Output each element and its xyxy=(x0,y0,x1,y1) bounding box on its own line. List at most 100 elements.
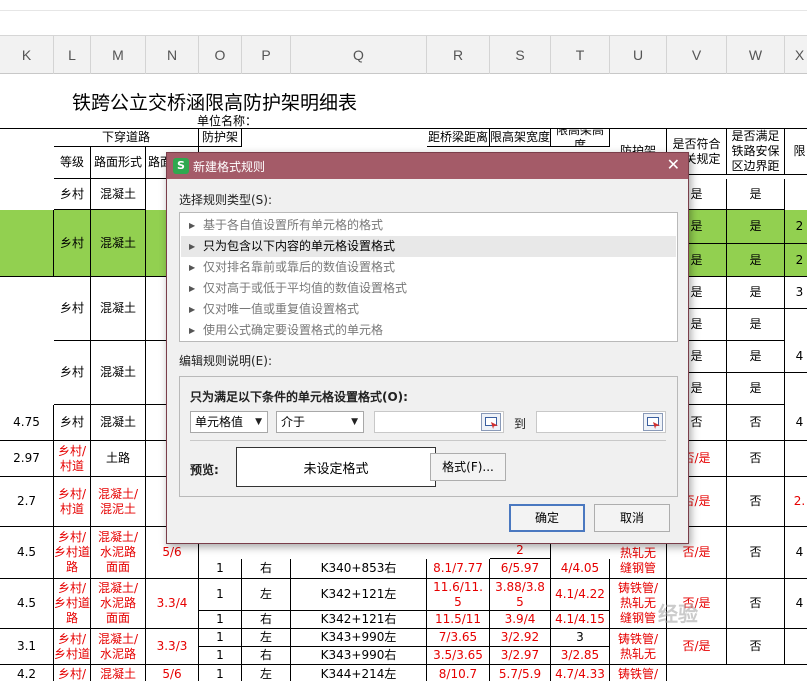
cell-road-width[interactable]: 3.3/3 xyxy=(146,629,199,665)
cell-boundary[interactable]: 否 xyxy=(727,441,785,477)
cell-guardtype[interactable]: 铸铁管/ 热轧无 xyxy=(610,629,667,665)
cell-mileage[interactable]: K343+990右 xyxy=(291,647,427,665)
cell-width[interactable]: 3.88/3.8 5 xyxy=(490,579,551,611)
cell-k[interactable]: 4.5 xyxy=(0,579,54,629)
ok-button[interactable]: 确定 xyxy=(509,504,585,532)
cell-x[interactable]: 4 xyxy=(785,341,807,373)
column-header[interactable]: L xyxy=(54,36,91,74)
cell-width[interactable]: 3/2.97 xyxy=(490,647,551,665)
cell-grade[interactable]: 乡村/ 乡村道 xyxy=(54,629,91,665)
cell-surface[interactable]: 混凝土/ 水泥路 面面 xyxy=(91,527,146,579)
cell-grade[interactable]: 乡村/ 村道 xyxy=(54,477,91,527)
rule-type-item[interactable]: ▶ 仅对排名靠前或靠后的数值设置格式 xyxy=(181,257,676,278)
cell-dist[interactable]: 11.6/11. 5 xyxy=(427,579,490,611)
column-header[interactable]: K xyxy=(0,36,54,74)
cell-width[interactable]: 3/2.92 xyxy=(490,629,551,647)
column-header[interactable]: T xyxy=(551,36,610,74)
cell-surface[interactable]: 混凝土 xyxy=(91,665,146,681)
cell-dist[interactable]: 11.5/11 xyxy=(427,611,490,629)
cell-height[interactable]: 3 xyxy=(551,629,610,647)
cell-height[interactable]: 3/2.85 xyxy=(551,647,610,665)
cell-surface[interactable]: 混凝土 xyxy=(91,277,146,341)
column-header[interactable]: S xyxy=(490,36,551,74)
cell-mileage[interactable]: K342+121左 xyxy=(291,579,427,611)
cell-surface[interactable]: 混凝土 xyxy=(91,179,146,210)
cell-grade[interactable]: 乡村 xyxy=(54,277,91,341)
cell-boundary[interactable]: 是 xyxy=(727,277,785,309)
cell-dist[interactable]: 7/3.65 xyxy=(427,629,490,647)
cell-x[interactable]: 2. xyxy=(785,477,807,527)
operator-dropdown[interactable]: 介于 ▼ xyxy=(276,411,364,433)
cell-k[interactable]: 3.1 xyxy=(0,629,54,665)
range-picker-icon[interactable] xyxy=(481,413,501,431)
cell-boundary[interactable]: 否 xyxy=(727,629,785,665)
cell-guardtype[interactable]: 热轧无 缝钢管 xyxy=(610,543,667,579)
cell-road-width[interactable]: 5/6 xyxy=(146,665,199,681)
cell-k[interactable]: 4.75 xyxy=(0,405,54,441)
cell-side[interactable]: 右 xyxy=(242,559,291,579)
cell-guard-count[interactable]: 1 xyxy=(199,579,242,611)
rule-type-item[interactable]: ▶ 仅对高于或低于平均值的数值设置格式 xyxy=(181,278,676,299)
cell-side[interactable]: 右 xyxy=(242,647,291,665)
cell-guard-count[interactable]: 1 xyxy=(199,611,242,629)
cell-k[interactable]: 4.5 xyxy=(0,527,54,579)
cell-x[interactable] xyxy=(785,441,807,477)
cancel-button[interactable]: 取消 xyxy=(594,504,670,532)
cell-x[interactable]: 4 xyxy=(785,405,807,441)
rule-type-item[interactable]: ▶ 使用公式确定要设置格式的单元格 xyxy=(181,320,676,341)
dialog-title-bar[interactable]: S 新建格式规则 ✕ xyxy=(167,153,688,179)
cell-k[interactable]: 2.7 xyxy=(0,477,54,527)
cell-guardtype[interactable]: 铸铁管/ xyxy=(610,665,667,681)
cell-boundary[interactable]: 否 xyxy=(727,405,785,441)
close-icon[interactable]: ✕ xyxy=(667,155,680,174)
cell-k[interactable]: 4.2 xyxy=(0,665,54,681)
rule-type-item[interactable]: ▶ 仅对唯一值或重复值设置格式 xyxy=(181,299,676,320)
cell-surface[interactable]: 混凝土/ 混泥土 xyxy=(91,477,146,527)
cell-height[interactable]: 4.1/4.22 xyxy=(551,579,610,611)
cell-boundary[interactable]: 是 xyxy=(727,373,785,405)
cell-guard-count[interactable]: 1 xyxy=(199,647,242,665)
cell-surface[interactable]: 混凝土 xyxy=(91,405,146,441)
rule-type-item-selected[interactable]: ▶ 只为包含以下内容的单元格设置格式 xyxy=(181,236,676,257)
cell-surface[interactable]: 土路 xyxy=(91,441,146,477)
cell-boundary[interactable]: 否 xyxy=(727,527,785,579)
cell-width[interactable]: 6/5.97 xyxy=(490,559,551,579)
cell-width[interactable]: 5.7/5.9 xyxy=(490,665,551,681)
cell-dist[interactable]: 8.1/7.77 xyxy=(427,559,490,579)
column-header[interactable]: M xyxy=(91,36,146,74)
cell-x[interactable]: 4 xyxy=(785,527,807,579)
cell-grade[interactable]: 乡村 xyxy=(54,210,91,277)
cell-mileage[interactable]: K340+853右 xyxy=(291,559,427,579)
cell-comply[interactable]: 否/是 xyxy=(667,629,727,665)
cell-boundary[interactable]: 否 xyxy=(727,477,785,527)
format-button[interactable]: 格式(F)... xyxy=(430,453,506,481)
column-header[interactable]: N xyxy=(146,36,199,74)
cell-guard-count[interactable]: 1 xyxy=(199,629,242,647)
column-header[interactable]: V xyxy=(667,36,727,74)
cell-width[interactable]: 3.9/4 xyxy=(490,611,551,629)
rule-type-item[interactable]: ▶ 基于各自值设置所有单元格的格式 xyxy=(181,215,676,236)
cell-boundary[interactable]: 是 xyxy=(727,309,785,341)
column-header[interactable]: U xyxy=(610,36,667,74)
column-header[interactable]: X xyxy=(785,36,807,74)
cell-road-width[interactable]: 3.3/4 xyxy=(146,579,199,629)
cell-height[interactable]: 4.7/4.33 xyxy=(551,665,610,681)
cell-height[interactable]: 4.1/4.15 xyxy=(551,611,610,629)
cell-boundary[interactable]: 是 xyxy=(727,341,785,373)
cell-value-dropdown[interactable]: 单元格值 ▼ xyxy=(190,411,268,433)
cell-boundary[interactable]: 是 xyxy=(727,210,785,244)
cell-boundary[interactable]: 是 xyxy=(727,244,785,277)
formula-bar[interactable] xyxy=(0,0,807,36)
cell-height[interactable]: 4/4.05 xyxy=(551,559,610,579)
cell-surface[interactable]: 混凝土/ 水泥路 面面 xyxy=(91,579,146,629)
cell-grade[interactable]: 乡村/ 乡村道 路 xyxy=(54,579,91,629)
cell-surface[interactable]: 混凝土 xyxy=(91,210,146,277)
cell-x[interactable]: 2 xyxy=(785,210,807,244)
cell-x[interactable]: 2 xyxy=(785,244,807,277)
cell-x[interactable] xyxy=(785,629,807,665)
column-header[interactable]: O xyxy=(199,36,242,74)
cell-surface[interactable]: 混凝土 xyxy=(91,341,146,405)
cell-grade[interactable]: 乡村 xyxy=(54,179,91,210)
cell-side[interactable]: 左 xyxy=(242,579,291,611)
range-picker-icon[interactable] xyxy=(643,413,663,431)
